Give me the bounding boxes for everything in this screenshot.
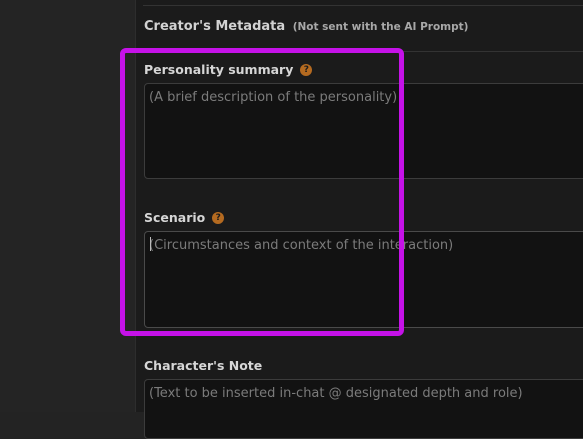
scenario-textarea[interactable] bbox=[144, 231, 583, 328]
text-caret bbox=[150, 237, 151, 251]
section-title: Creator's Metadata (Not sent with the AI… bbox=[144, 19, 468, 34]
personality-summary-label-text: Personality summary bbox=[144, 62, 294, 77]
help-icon[interactable]: ? bbox=[212, 211, 225, 224]
scenario-label: Scenario ? bbox=[144, 210, 225, 225]
personality-summary-textarea[interactable] bbox=[144, 83, 583, 179]
section-divider bbox=[143, 51, 583, 52]
section-title-text: Creator's Metadata bbox=[144, 19, 286, 34]
personality-summary-label: Personality summary ? bbox=[144, 62, 313, 77]
scenario-label-text: Scenario bbox=[144, 210, 206, 225]
character-note-textarea[interactable] bbox=[144, 379, 583, 439]
character-note-label-text: Character's Note bbox=[144, 358, 263, 373]
help-icon[interactable]: ? bbox=[300, 63, 313, 76]
left-gutter bbox=[0, 0, 135, 412]
top-divider bbox=[143, 5, 583, 6]
section-note: (Not sent with the AI Prompt) bbox=[292, 21, 469, 33]
character-note-label: Character's Note bbox=[144, 358, 262, 373]
